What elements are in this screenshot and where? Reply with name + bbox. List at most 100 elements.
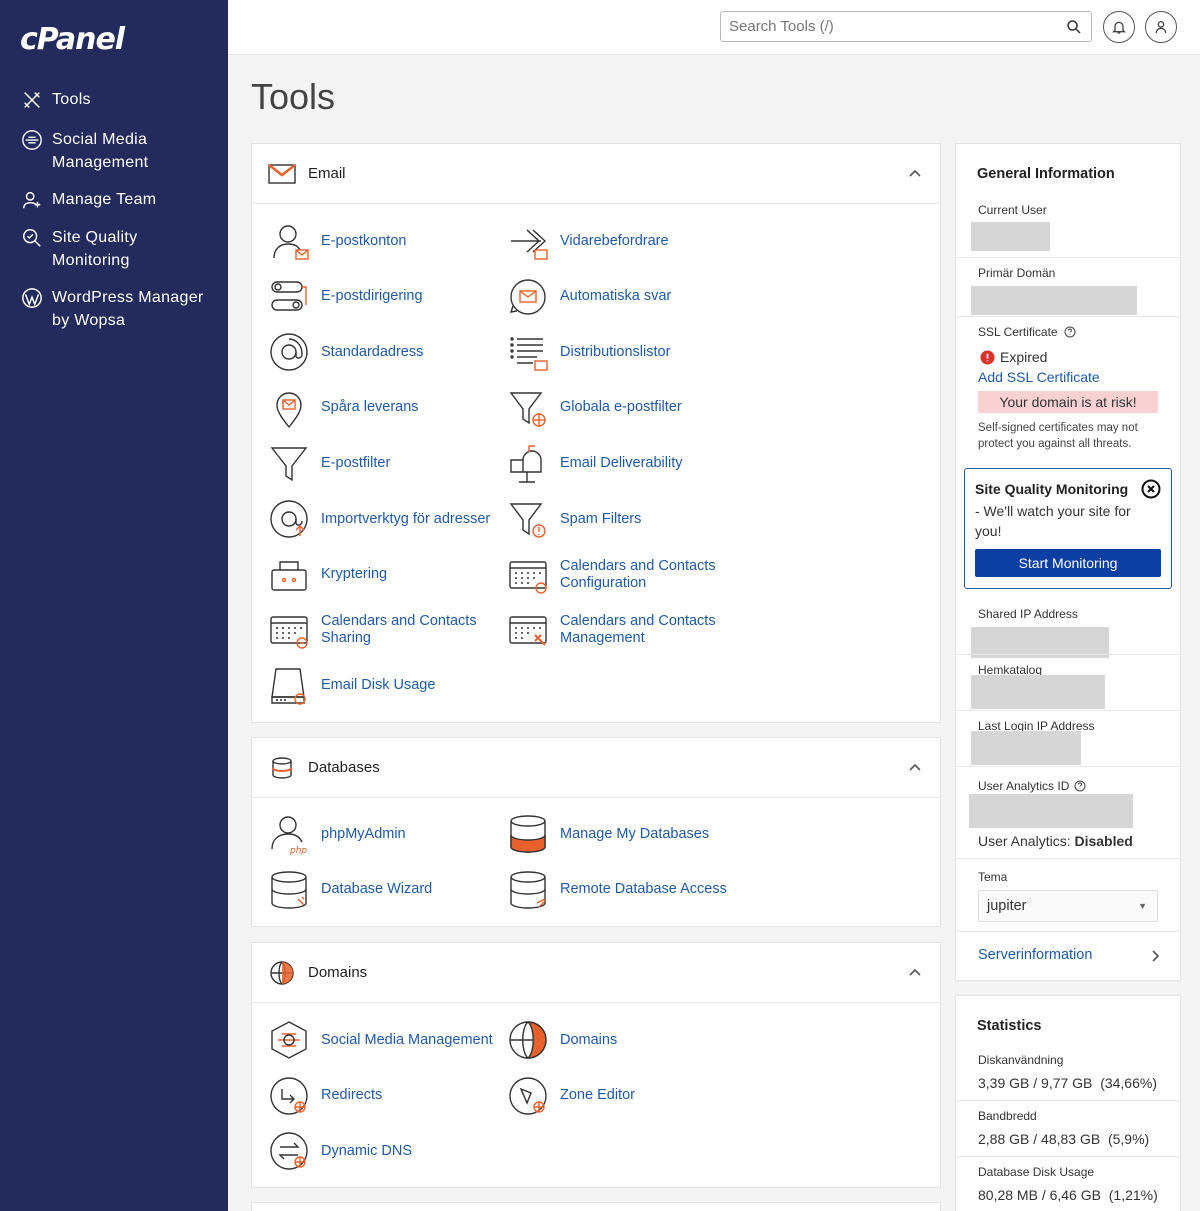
help-icon[interactable] xyxy=(1064,326,1076,338)
tool-label[interactable]: Spam Filters xyxy=(560,511,641,528)
tool-domains[interactable]: Domains xyxy=(507,1019,743,1061)
search-input[interactable] xyxy=(721,12,1051,41)
tool-database-wizard[interactable]: Database Wizard xyxy=(268,869,504,911)
tool-label[interactable]: Vidarebefordrare xyxy=(560,233,669,250)
tool-track-delivery[interactable]: Spåra leverans xyxy=(268,387,504,429)
tool-email-accounts[interactable]: E-postkonton xyxy=(268,220,504,262)
tool-redirects[interactable]: Redirects xyxy=(268,1075,504,1117)
address-importer-icon xyxy=(268,498,310,540)
tool-label[interactable]: Dynamic DNS xyxy=(321,1143,412,1160)
start-monitoring-button[interactable]: Start Monitoring xyxy=(975,549,1161,577)
chevron-up-icon[interactable] xyxy=(908,760,922,774)
theme-select[interactable]: jupiter ▼ xyxy=(978,890,1158,922)
tool-calendar-config[interactable]: Calendars and Contacts Configuration xyxy=(507,554,743,596)
tool-email-routing[interactable]: E-postdirigering xyxy=(268,276,504,318)
tool-label[interactable]: Email Disk Usage xyxy=(321,677,435,694)
calendar-config-icon xyxy=(507,554,549,596)
tool-label[interactable]: Domains xyxy=(560,1032,617,1049)
tool-forwarders[interactable]: Vidarebefordrare xyxy=(507,220,743,262)
chevron-up-icon[interactable] xyxy=(908,965,922,979)
tool-label[interactable]: E-postdirigering xyxy=(321,288,423,305)
sidebar-item-social-media[interactable]: Social Media Management xyxy=(0,128,228,174)
sidebar-item-tools[interactable]: Tools xyxy=(0,88,228,112)
user-analytics-id-value xyxy=(969,794,1133,828)
close-icon[interactable] xyxy=(1141,479,1161,499)
stat-label: Diskanvändning xyxy=(978,1053,1064,1067)
tool-address-importer[interactable]: Importverktyg för adresser xyxy=(268,498,504,540)
wordpress-icon xyxy=(20,286,44,310)
analytics-value: Disabled xyxy=(1074,833,1133,849)
tool-remote-database[interactable]: Remote Database Access xyxy=(507,869,743,911)
divider xyxy=(956,654,1180,655)
tool-label[interactable]: Standardadress xyxy=(321,344,423,361)
search-box[interactable] xyxy=(720,11,1092,42)
tool-label[interactable]: Database Wizard xyxy=(321,881,432,898)
statistics-panel: Statistics Diskanvändning 3,39 GB / 9,77… xyxy=(955,995,1181,1211)
tool-label[interactable]: E-postfilter xyxy=(321,455,390,472)
stat-amount: 2,88 GB / 48,83 GB xyxy=(978,1131,1101,1147)
tool-label[interactable]: Automatiska svar xyxy=(560,288,671,305)
user-menu-button[interactable] xyxy=(1145,11,1177,43)
tool-manage-databases[interactable]: Manage My Databases xyxy=(507,813,743,855)
bell-icon xyxy=(1112,21,1126,34)
sidebar-item-wordpress[interactable]: WordPress Manager by Wopsa xyxy=(0,286,228,332)
email-section-header[interactable]: Email xyxy=(252,144,940,204)
tool-label[interactable]: E-postkonton xyxy=(321,233,406,250)
cpanel-logo[interactable]: cPanel xyxy=(20,22,125,57)
tool-email-filters[interactable]: E-postfilter xyxy=(268,442,504,484)
chevron-up-icon[interactable] xyxy=(908,166,922,180)
tool-zone-editor[interactable]: Zone Editor xyxy=(507,1075,743,1117)
tool-label[interactable]: Email Deliverability xyxy=(560,455,682,472)
tool-label[interactable]: Calendars and Contacts Sharing xyxy=(321,613,481,647)
tool-label[interactable]: Globala e-postfilter xyxy=(560,399,682,416)
tool-label[interactable]: Remote Database Access xyxy=(560,881,727,898)
tool-label[interactable]: Calendars and Contacts Configuration xyxy=(560,558,720,592)
domains-section-header[interactable]: Domains xyxy=(252,943,940,1003)
tool-phpmyadmin[interactable]: php phpMyAdmin xyxy=(268,813,504,856)
sidebar-item-site-quality[interactable]: Site Quality Monitoring xyxy=(0,226,228,272)
search-icon[interactable] xyxy=(1065,18,1083,36)
tool-autoresponders[interactable]: Automatiska svar xyxy=(507,276,743,318)
tool-label[interactable]: Kryptering xyxy=(321,566,387,583)
databases-section-header[interactable]: Databases xyxy=(252,738,940,798)
tool-label[interactable]: Importverktyg för adresser xyxy=(321,511,490,528)
globe-icon xyxy=(268,959,296,987)
tool-label[interactable]: Manage My Databases xyxy=(560,826,709,843)
tool-label[interactable]: Zone Editor xyxy=(560,1087,635,1104)
primary-domain-value xyxy=(971,286,1137,315)
tool-label[interactable]: Social Media Management xyxy=(321,1032,493,1049)
tool-deliverability[interactable]: Email Deliverability xyxy=(507,442,743,484)
tool-global-filters[interactable]: Globala e-postfilter xyxy=(507,387,743,429)
tool-label[interactable]: Distributionslistor xyxy=(560,344,670,361)
stat-value: 3,39 GB / 9,77 GB (34,66%) xyxy=(978,1075,1157,1091)
divider xyxy=(956,710,1180,711)
notifications-button[interactable] xyxy=(1103,11,1135,43)
tool-email-disk-usage[interactable]: Email Disk Usage xyxy=(268,665,504,707)
help-icon[interactable] xyxy=(1074,780,1086,792)
stat-percent: (5,9%) xyxy=(1107,1131,1150,1147)
forwarders-icon xyxy=(507,220,549,262)
tool-label[interactable]: phpMyAdmin xyxy=(321,826,406,843)
sidebar-item-manage-team[interactable]: Manage Team xyxy=(0,188,228,212)
last-login-ip-value xyxy=(971,731,1081,765)
user-analytics-status: User Analytics: Disabled xyxy=(978,833,1133,849)
tool-label[interactable]: Redirects xyxy=(321,1087,382,1104)
tool-calendar-management[interactable]: Calendars and Contacts Management xyxy=(507,609,743,651)
tool-mailing-lists[interactable]: Distributionslistor xyxy=(507,331,743,373)
encryption-icon xyxy=(268,554,310,596)
tool-social-media-management[interactable]: Social Media Management xyxy=(268,1019,504,1061)
tool-label[interactable]: Calendars and Contacts Management xyxy=(560,613,720,647)
tool-spam-filters[interactable]: Spam Filters xyxy=(507,498,743,540)
tool-calendar-sharing[interactable]: Calendars and Contacts Sharing xyxy=(268,609,504,651)
tool-dynamic-dns[interactable]: Dynamic DNS xyxy=(268,1130,504,1172)
primary-domain-label: Primär Domän xyxy=(978,266,1056,280)
stat-percent: (1,21%) xyxy=(1108,1187,1158,1203)
sidebar-item-label: Tools xyxy=(52,91,91,108)
add-ssl-link[interactable]: Add SSL Certificate xyxy=(978,369,1100,385)
tool-label[interactable]: Spåra leverans xyxy=(321,399,419,416)
chevron-right-icon[interactable] xyxy=(1148,949,1162,963)
tool-encryption[interactable]: Kryptering xyxy=(268,554,504,596)
tool-default-address[interactable]: Standardadress xyxy=(268,331,504,373)
redirects-icon xyxy=(268,1075,310,1117)
server-information-link[interactable]: Serverinformation xyxy=(978,947,1092,963)
